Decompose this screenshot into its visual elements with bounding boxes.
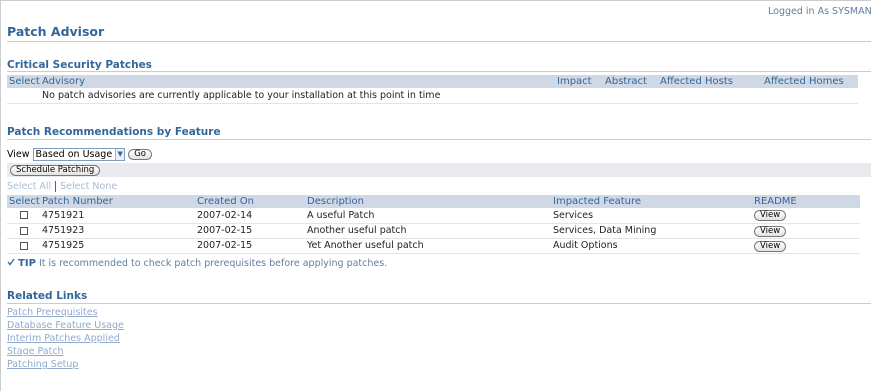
select-all-link[interactable]: Select All — [7, 181, 51, 192]
patch-number: 4751921 — [40, 208, 195, 224]
created-on: 2007-02-14 — [195, 208, 305, 224]
tip-label: TIP — [18, 258, 36, 269]
col-affected-homes[interactable]: Affected Homes — [762, 75, 858, 88]
col-advisory[interactable]: Advisory — [40, 75, 555, 88]
table-row: 4751921 2007-02-14 A useful Patch Servic… — [7, 208, 860, 224]
impacted-feature: Services — [551, 208, 752, 224]
table-row: No patch advisories are currently applic… — [7, 88, 858, 104]
chevron-down-icon: ▼ — [115, 149, 125, 160]
recommendations-heading: Patch Recommendations by Feature — [7, 126, 221, 138]
go-button[interactable]: Go — [128, 149, 152, 160]
col-affected-hosts[interactable]: Affected Hosts — [658, 75, 762, 88]
patch-number: 4751925 — [40, 238, 195, 254]
related-links-divider — [7, 303, 871, 304]
action-bar: Schedule Patching — [7, 163, 871, 177]
select-none-link[interactable]: Select None — [60, 181, 117, 192]
view-select-value: Based on Usage — [35, 149, 113, 160]
row-checkbox[interactable] — [19, 241, 28, 250]
patch-prerequisites-link[interactable]: Patch Prerequisites — [7, 307, 98, 318]
view-filter-row: View Based on Usage ▼ Go — [7, 148, 152, 161]
col-impacted-feature[interactable]: Impacted Feature — [551, 195, 752, 208]
description: A useful Patch — [305, 208, 551, 224]
critical-patches-heading: Critical Security Patches — [7, 59, 152, 71]
tip-check-icon — [7, 258, 15, 266]
col-readme: README — [752, 195, 860, 208]
readme-view-button[interactable]: View — [754, 225, 787, 237]
col-abstract[interactable]: Abstract — [603, 75, 658, 88]
impacted-feature: Services, Data Mining — [551, 223, 752, 239]
view-label: View — [7, 149, 30, 160]
description: Another useful patch — [305, 223, 551, 239]
page-title: Patch Advisor — [7, 24, 105, 39]
description: Yet Another useful patch — [305, 238, 551, 254]
patching-setup-link[interactable]: Patching Setup — [7, 359, 78, 370]
col-created-on[interactable]: Created On — [195, 195, 305, 208]
stage-patch-link[interactable]: Stage Patch — [7, 346, 64, 357]
col-description[interactable]: Description — [305, 195, 551, 208]
patch-number: 4751923 — [40, 223, 195, 239]
tip-text: It is recommended to check patch prerequ… — [38, 258, 388, 269]
logged-in-label: Logged in As SYSMAN — [768, 6, 871, 17]
readme-view-button[interactable]: View — [754, 210, 787, 222]
schedule-patching-button[interactable]: Schedule Patching — [10, 164, 101, 176]
table-row: 4751923 2007-02-15 Another useful patch … — [7, 223, 860, 239]
related-links-heading: Related Links — [7, 290, 88, 302]
link-separator — [55, 181, 57, 192]
empty-message: No patch advisories are currently applic… — [40, 88, 858, 104]
critical-patches-divider — [7, 71, 871, 72]
view-select[interactable]: Based on Usage ▼ — [32, 148, 126, 161]
title-divider — [7, 41, 871, 42]
interim-patches-applied-link[interactable]: Interim Patches Applied — [7, 333, 120, 344]
row-checkbox[interactable] — [19, 211, 28, 220]
col-patch-number[interactable]: Patch Number — [40, 195, 195, 208]
select-links: Select All Select None — [7, 181, 117, 192]
row-checkbox[interactable] — [19, 226, 28, 235]
critical-patches-header-row: Select Advisory Impact Abstract Affected… — [7, 75, 858, 88]
created-on: 2007-02-15 — [195, 238, 305, 254]
critical-patches-table: Select Advisory Impact Abstract Affected… — [7, 75, 858, 104]
col-select: Select — [7, 75, 40, 88]
recommendations-header-row: Select Patch Number Created On Descripti… — [7, 195, 860, 208]
impacted-feature: Audit Options — [551, 238, 752, 254]
recommendations-table: Select Patch Number Created On Descripti… — [7, 195, 860, 254]
recommendations-divider — [7, 139, 871, 140]
tip-row: TIP It is recommended to check patch pre… — [7, 258, 387, 269]
database-feature-usage-link[interactable]: Database Feature Usage — [7, 320, 124, 331]
col-select: Select — [7, 195, 40, 208]
table-row: 4751925 2007-02-15 Yet Another useful pa… — [7, 238, 860, 254]
created-on: 2007-02-15 — [195, 223, 305, 239]
col-impact[interactable]: Impact — [555, 75, 603, 88]
readme-view-button[interactable]: View — [754, 240, 787, 252]
